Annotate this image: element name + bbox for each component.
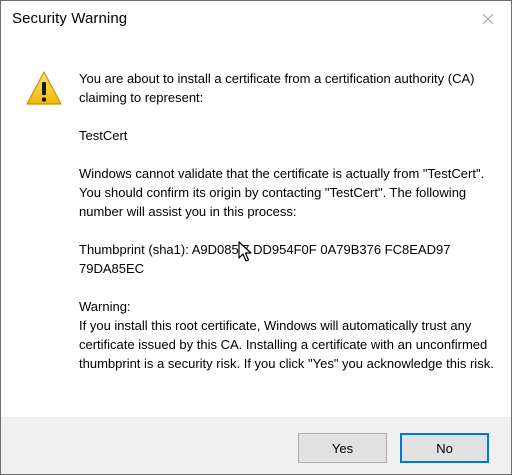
close-icon xyxy=(482,13,494,25)
thumbprint-text: Thumbprint (sha1): A9D085 7 DD954F0F 0A7… xyxy=(79,242,451,276)
button-bar: Yes No xyxy=(1,417,511,474)
validation-text: Windows cannot validate that the certifi… xyxy=(79,166,485,219)
intro-text: You are about to install a certificate f… xyxy=(79,71,475,105)
no-button[interactable]: No xyxy=(400,433,489,463)
warning-icon xyxy=(26,71,62,105)
warning-body: If you install this root certificate, Wi… xyxy=(79,318,494,371)
close-button[interactable] xyxy=(465,1,511,37)
mouse-cursor-icon xyxy=(238,241,252,262)
dialog-title: Security Warning xyxy=(12,10,128,27)
message-text: You are about to install a certificate f… xyxy=(79,69,494,373)
ca-name: TestCert xyxy=(79,128,128,143)
warning-heading: Warning: xyxy=(79,299,131,314)
dialog-content: You are about to install a certificate f… xyxy=(1,37,511,417)
security-warning-dialog: Security Warning You are about to instal… xyxy=(0,0,512,475)
yes-button[interactable]: Yes xyxy=(298,433,387,463)
title-bar: Security Warning xyxy=(1,1,511,37)
